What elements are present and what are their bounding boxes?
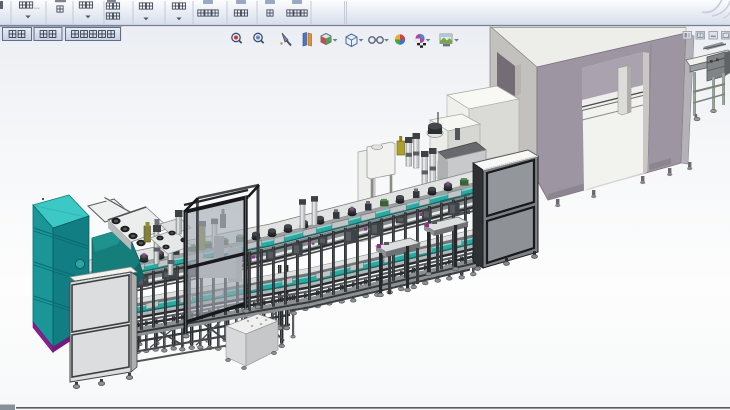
svg-text:...: ... xyxy=(34,4,40,11)
